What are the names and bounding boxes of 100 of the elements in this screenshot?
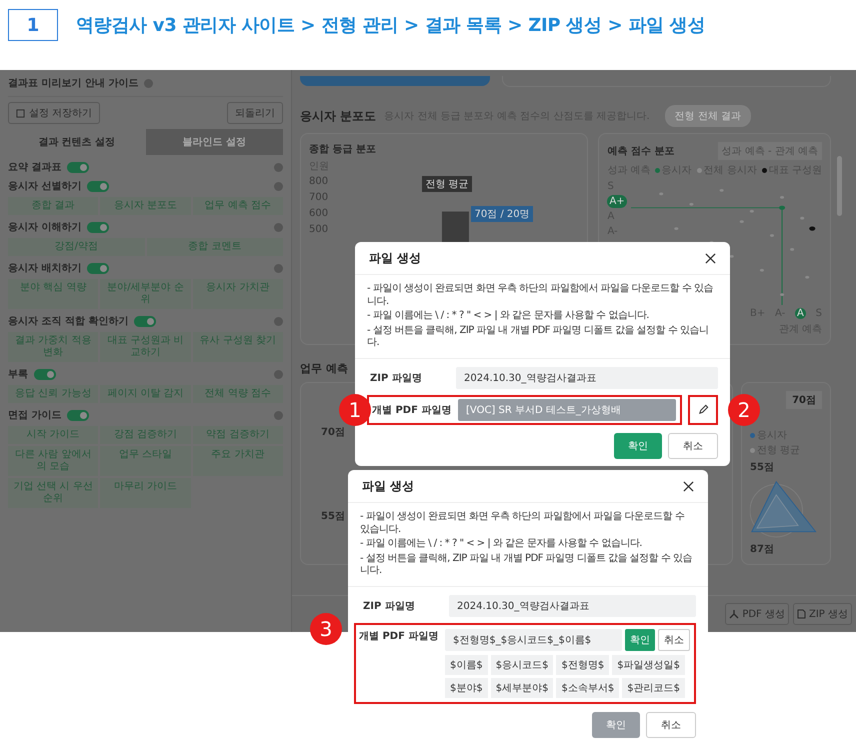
section-label: 응시자 조직 적합 확인하기 — [8, 315, 128, 328]
section-label: 부록 — [8, 368, 28, 381]
content-chip[interactable]: 종합 코멘트 — [146, 238, 283, 256]
generate-button[interactable]: ZIP 생성 — [792, 603, 852, 625]
variable-chip[interactable]: $전형명$ — [556, 654, 610, 674]
chart-title: 종합 등급 분포 — [309, 143, 377, 156]
content-chip[interactable]: 주요 가치관 — [192, 446, 283, 476]
value-tag: 70점 / 20명 — [471, 206, 533, 222]
content-chip[interactable]: 응답 신뢰 가능성 — [8, 385, 98, 403]
score-badge: 70점 — [786, 391, 822, 409]
generate-button[interactable]: PDF 생성 — [725, 603, 789, 625]
content-chip[interactable]: 응시자 분포도 — [100, 197, 191, 215]
close-icon[interactable] — [705, 253, 716, 264]
pdf-name-field[interactable]: $전형명$_$응시코드$_$이름$ — [445, 628, 622, 650]
toggle-switch[interactable] — [67, 162, 90, 172]
note-text: - 파일이 생성이 완료되면 화면 우측 하단의 파일함에서 파일을 다운로드할 수 있습니다. — [360, 511, 686, 536]
toggle-switch[interactable] — [134, 316, 156, 326]
content-chip[interactable]: 업무 예측 점수 — [192, 197, 283, 215]
scrollbar[interactable] — [837, 156, 842, 216]
variable-chip[interactable]: $파일생성일$ — [612, 654, 685, 674]
note-text: - 파일 이름에는 \ / : * ? " < > | 와 같은 문자를 사용할 수 없습니다. — [360, 538, 643, 550]
cancel-button[interactable]: 취소 — [658, 628, 690, 650]
info-icon[interactable] — [274, 370, 283, 378]
content-chip[interactable]: 페이지 이탈 감지 — [100, 385, 191, 403]
pdf-icon — [729, 609, 740, 619]
variable-chip[interactable]: $분야$ — [445, 678, 488, 698]
content-chip[interactable]: 업무 스타일 — [100, 446, 191, 476]
variable-chip[interactable]: $이름$ — [445, 654, 488, 674]
toggle-switch[interactable] — [34, 368, 56, 380]
filter-button[interactable]: 전형 전체 결과 — [664, 105, 751, 127]
info-icon[interactable] — [274, 264, 283, 272]
note-text: - 파일 이름에는 \ / : * ? " < > | 와 같은 문자를 사용할 수 없습니다. — [367, 310, 650, 322]
settings-tab[interactable]: 블라인드 설정 — [146, 129, 283, 155]
variable-chip[interactable]: $관리코드$ — [622, 678, 685, 698]
content-chip[interactable]: 전체 역량 점수 — [192, 385, 283, 403]
content-chip[interactable]: 기업 선택 시 우선순위 — [8, 478, 98, 508]
variable-chip[interactable]: $세부분야$ — [490, 678, 554, 698]
content-chip[interactable]: 강점 검증하기 — [100, 426, 191, 444]
content-chip[interactable]: 분야 핵심 역량 — [8, 279, 98, 309]
content-chip[interactable]: 분야/세부분야 순위 — [100, 279, 191, 309]
field-label: ZIP 파일명 — [369, 372, 423, 384]
note-text: - 설정 버튼을 클릭해, ZIP 파일 내 개별 PDF 파일명 디폴트 값을 설정할 수 있습니다. — [367, 324, 710, 350]
grade-label: A — [795, 308, 806, 319]
reset-button[interactable]: 되돌리기 — [227, 102, 283, 124]
note-text: - 설정 버튼을 클릭해, ZIP 파일 내 개별 PDF 파일명 디폴트 값을 설정할 수 있습니다. — [360, 552, 694, 578]
info-icon[interactable] — [274, 222, 283, 232]
cancel-button[interactable]: 취소 — [646, 712, 696, 738]
field-label: 개별 PDF 파일명 — [371, 404, 452, 416]
cancel-button[interactable]: 취소 — [668, 432, 718, 458]
info-icon[interactable] — [274, 182, 283, 190]
section-label: 응시자 이해하기 — [8, 221, 82, 234]
info-icon[interactable] — [274, 316, 283, 326]
page-title: 역량검사 v3 관리자 사이트 > 전형 관리 > 결과 목록 > ZIP 생성 > 파일 생성 — [76, 14, 706, 37]
content-chip[interactable]: 대표 구성원과 비교하기 — [100, 332, 191, 362]
dialog-title: 파일 생성 — [362, 478, 414, 495]
confirm-button[interactable]: 확인 — [614, 432, 662, 458]
content-chip[interactable]: 시작 가이드 — [8, 426, 98, 444]
step-number: 1 — [8, 9, 58, 41]
field-label: ZIP 파일명 — [362, 600, 416, 612]
section-title: 응시자 분포도 — [300, 108, 376, 124]
content-chip[interactable]: 약점 검증하기 — [192, 426, 283, 444]
section-label: 응시자 선별하기 — [8, 180, 82, 193]
file-icon — [796, 609, 806, 619]
confirm-button[interactable]: 확인 — [625, 628, 655, 650]
content-chip[interactable]: 다른 사람 앞에서의 모습 — [8, 446, 98, 476]
note-text: - 파일이 생성이 완료되면 화면 우측 하단의 파일함에서 파일을 다운로드할 수 있습니다. — [367, 283, 714, 308]
grade-label: A+ — [607, 195, 627, 208]
info-icon[interactable] — [144, 78, 154, 88]
section-title: 업무 예측 — [300, 361, 348, 376]
content-chip[interactable]: 마무리 가이드 — [100, 478, 191, 508]
close-icon[interactable] — [683, 481, 694, 492]
section-label: 요약 결과표 — [8, 161, 62, 174]
content-chip[interactable]: 응시자 가치관 — [192, 279, 283, 309]
variable-chip[interactable]: $소속부서$ — [556, 678, 620, 698]
toggle-switch[interactable] — [87, 180, 110, 192]
score-value: 70점 — [321, 426, 345, 438]
section-label: 면접 가이드 — [8, 409, 62, 422]
content-chip[interactable]: 강점/약점 — [8, 238, 144, 256]
content-chip[interactable]: 결과 가중치 적용 변화 — [8, 332, 98, 362]
score-value: 55점 — [321, 510, 345, 522]
toggle-switch[interactable] — [67, 410, 90, 420]
content-chip[interactable]: 종합 결과 — [8, 197, 98, 215]
toggle-switch[interactable] — [87, 222, 110, 232]
zip-name-field[interactable]: 2024.10.30_역량검사결과표 — [449, 594, 696, 616]
info-icon[interactable] — [274, 162, 283, 172]
zip-name-field[interactable]: 2024.10.30_역량검사결과표 — [456, 366, 718, 388]
info-icon[interactable] — [274, 410, 283, 420]
content-chip[interactable]: 유사 구성원 찾기 — [192, 332, 283, 362]
score-value: 87점 — [750, 543, 774, 556]
panel-title: 결과표 미리보기 안내 가이드 — [8, 77, 138, 90]
chart-title: 예측 점수 분포 — [607, 145, 674, 158]
dialog-title: 파일 생성 — [369, 250, 422, 267]
section-label: 응시자 배치하기 — [8, 262, 82, 275]
average-tag: 전형 평균 — [422, 176, 472, 192]
pdf-name-field[interactable]: [VOC] SR 부서D 테스트_가상형배 — [458, 398, 676, 420]
toggle-switch[interactable] — [87, 262, 110, 274]
save-settings-button[interactable]: 설정 저장하기 — [8, 102, 100, 124]
variable-chip[interactable]: $응시코드$ — [490, 654, 554, 674]
score-value: 55점 — [750, 461, 774, 474]
pencil-icon[interactable] — [698, 404, 708, 415]
